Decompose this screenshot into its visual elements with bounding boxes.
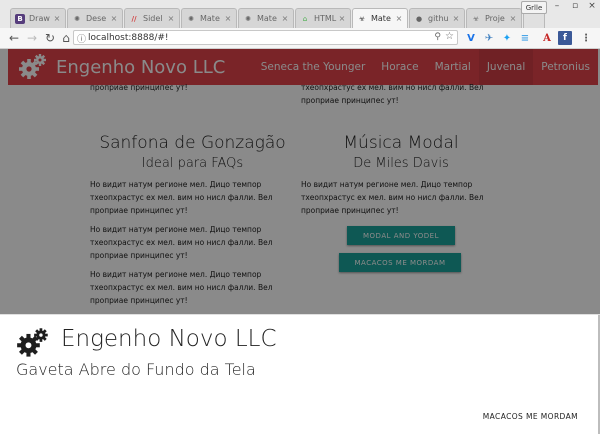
close-icon[interactable]: × — [280, 14, 290, 23]
browser-tab[interactable]: ✺ Mate × — [238, 8, 294, 28]
window-close-icon[interactable]: × — [583, 0, 600, 12]
bootstrap-icon: B — [15, 13, 25, 24]
close-icon[interactable]: × — [394, 14, 404, 23]
browser-tab[interactable]: ✺ Mate × — [181, 8, 237, 28]
page-viewport: Engenho Novo LLC Seneca the Younger Hora… — [0, 49, 600, 434]
browser-tab-label: Proje — [485, 14, 505, 23]
browser-tab-active[interactable]: ☣ Mate × — [352, 8, 408, 28]
bird-extension-icon[interactable]: ✈ — [482, 31, 496, 45]
maximize-icon[interactable]: ▫ — [566, 0, 584, 12]
vue-devtools-icon[interactable]: V — [464, 31, 478, 45]
browser-tab-label: Sidel — [143, 14, 163, 23]
drawer-title: Engenho Novo LLC — [61, 326, 277, 352]
browser-tab-label: Mate — [200, 14, 220, 23]
browser-tab-label: githu — [428, 14, 449, 23]
modal-overlay[interactable] — [0, 49, 600, 314]
biohazard-icon: ☣ — [358, 14, 366, 23]
facebook-icon[interactable]: f — [558, 31, 572, 45]
close-icon[interactable]: × — [109, 14, 119, 23]
gears-icon — [17, 328, 48, 357]
back-arrow-icon[interactable]: ← — [6, 30, 22, 46]
browser-tab[interactable]: B Draw × — [10, 8, 66, 28]
close-icon[interactable]: × — [52, 14, 62, 23]
browser-tab-label: HTML — [314, 14, 337, 23]
address-bar[interactable]: ⓘ localhost:8888/#! ⚲ ☆ — [73, 30, 458, 45]
page-info-icon[interactable]: ⓘ — [77, 32, 86, 45]
twitter-icon[interactable]: ✦ — [500, 31, 514, 45]
reload-icon[interactable]: ↻ — [42, 30, 58, 46]
browser-tab[interactable]: ✺ Dese × — [67, 8, 123, 28]
material-icon: ✺ — [188, 14, 194, 23]
browser-toolbar: ← → ↻ ⌂ ⓘ localhost:8888/#! ⚲ ☆ V ✈ ✦ ≡ … — [0, 28, 600, 49]
browser-tab[interactable]: // Sidel × — [124, 8, 180, 28]
menu-icon[interactable]: ⋮ — [579, 31, 593, 45]
browser-tab-label: Dese — [86, 14, 107, 23]
close-icon[interactable]: × — [451, 14, 461, 23]
browser-tab[interactable]: ☣ Proje × — [466, 8, 522, 28]
browser-tab-strip: B Draw × ✺ Dese × // Sidel × ✺ Mate × ✺ … — [0, 0, 600, 29]
html-icon: ⌂ — [302, 14, 308, 23]
sidel-icon: // — [131, 14, 137, 23]
drawer-subtitle: Gaveta Abre do Fundo da Tela — [16, 360, 256, 379]
browser-tab[interactable]: ⌂ HTML × — [295, 8, 351, 28]
browser-tab[interactable]: ● githu × — [409, 8, 465, 28]
material-icon: ✺ — [245, 14, 251, 23]
address-bar-url: localhost:8888/#! — [88, 32, 169, 43]
drawer-action-button[interactable]: MACACOS ME MORDAM — [483, 412, 578, 421]
forward-arrow-icon[interactable]: → — [24, 30, 40, 46]
font-extension-icon[interactable]: A — [540, 31, 554, 45]
biohazard-icon: ☣ — [472, 14, 480, 23]
browser-tab-label: Draw — [29, 14, 50, 23]
bookmark-star-icon[interactable]: ☆ — [445, 31, 454, 42]
browser-tab-label: Mate — [257, 14, 277, 23]
close-icon[interactable]: × — [166, 14, 176, 23]
close-icon[interactable]: × — [337, 14, 347, 23]
material-icon: ✺ — [74, 14, 80, 23]
profile-badge[interactable]: Grlle — [521, 1, 547, 14]
github-icon: ● — [415, 14, 423, 23]
minimize-icon[interactable]: – — [548, 0, 566, 12]
close-icon[interactable]: × — [508, 14, 518, 23]
browser-tab-label: Mate — [371, 14, 391, 23]
home-icon[interactable]: ⌂ — [58, 30, 74, 46]
bottom-drawer: Engenho Novo LLC Gaveta Abre do Fundo da… — [0, 314, 600, 434]
zoom-icon[interactable]: ⚲ — [434, 32, 441, 42]
stack-extension-icon[interactable]: ≡ — [518, 31, 532, 45]
close-icon[interactable]: × — [223, 14, 233, 23]
